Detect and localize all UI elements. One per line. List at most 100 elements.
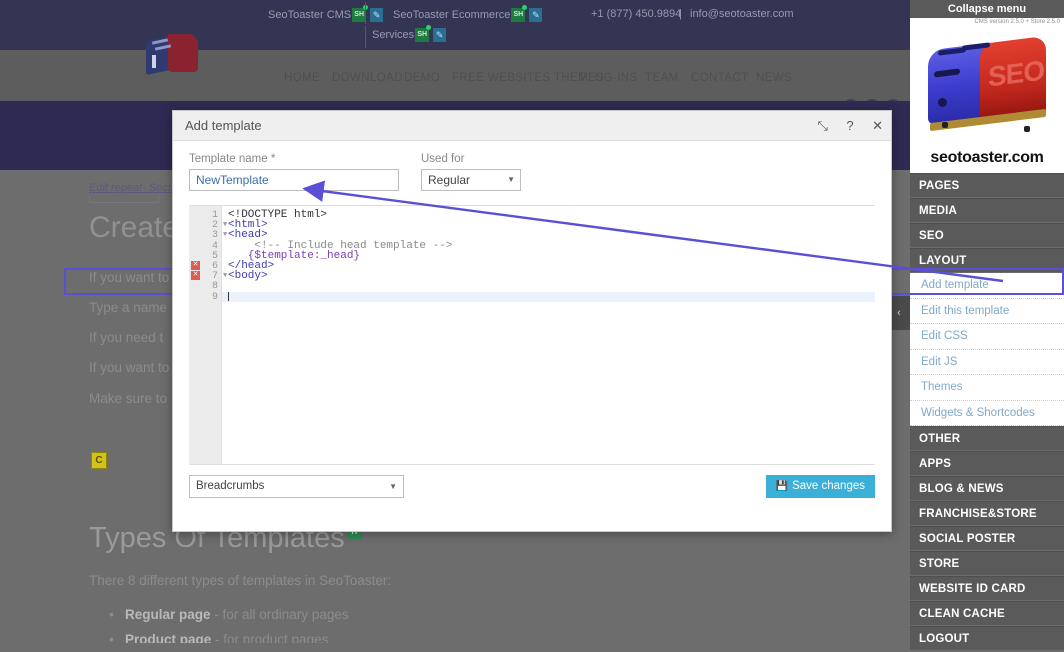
- topbar-link-ecommerce[interactable]: SeoToaster EcommerceSH ✎: [393, 8, 542, 22]
- nav-item-home[interactable]: HOME: [284, 72, 320, 84]
- list-item-strong: Regular page: [125, 607, 211, 622]
- sidebar-submenu: Add templateEdit this templateEdit CSSEd…: [910, 273, 1064, 426]
- nav-item-download[interactable]: DOWNLOAD: [332, 72, 403, 84]
- site-nav: HOME DOWNLOAD DEMO FREE WEBSITES THEMES …: [0, 62, 910, 95]
- sidebar-section-media[interactable]: MEDIA: [910, 198, 1064, 223]
- sidebar-section-pages[interactable]: PAGES: [910, 173, 1064, 198]
- brand-domain-text: seotoaster.com: [910, 149, 1064, 167]
- sidebar-item-edit-this-template[interactable]: Edit this template: [910, 299, 1064, 325]
- sidebar-section-website-id-card[interactable]: WEBSITE ID CARD: [910, 576, 1064, 601]
- sidebar-item-add-template[interactable]: Add template: [910, 273, 1064, 299]
- editor-code-line: <body>: [222, 271, 875, 281]
- sidebar-section-layout[interactable]: LAYOUT: [910, 248, 1064, 273]
- topbar-phone[interactable]: +1 (877) 450.9894: [591, 8, 681, 20]
- nav-item-demo[interactable]: DEMO: [404, 72, 440, 84]
- breadcrumbs-select[interactable]: Breadcrumbs ▼: [189, 475, 404, 498]
- editor-gutter-row: 2: [189, 220, 222, 230]
- editor-gutter-row: 4: [189, 241, 222, 251]
- used-for-field: Used for Regular ▼: [421, 153, 521, 191]
- edit-repeat-bracket: [89, 196, 159, 203]
- list-item: Product page - for product pages: [125, 632, 328, 643]
- fold-toggle-icon[interactable]: ▼: [223, 271, 227, 281]
- dialog-titlebar: Add template ⤡ ? ✕: [173, 111, 891, 141]
- code-editor[interactable]: <!DOCTYPE html><html><head> <!-- Include…: [189, 205, 875, 465]
- collapse-menu-button[interactable]: Collapse menu: [910, 0, 1064, 18]
- save-disk-icon: 💾: [776, 481, 788, 492]
- help-icon[interactable]: ?: [846, 118, 853, 133]
- editor-code-line: [222, 292, 875, 302]
- editor-code-line: </head>: [222, 261, 875, 271]
- sidebar-section-other[interactable]: OTHER: [910, 426, 1064, 451]
- paragraph-5: Make sure to: [89, 391, 167, 406]
- paragraph-3: If you need t: [89, 330, 163, 345]
- fold-toggle-icon[interactable]: ▼: [223, 220, 227, 230]
- editor-code-area[interactable]: <!DOCTYPE html><html><head> <!-- Include…: [222, 206, 875, 464]
- sh-badge-icon: SH: [415, 28, 429, 42]
- site-topbar: SeoToaster CMSSH✎ SeoToaster EcommerceSH…: [0, 0, 910, 50]
- breadcrumbs-select-value: Breadcrumbs: [196, 480, 264, 492]
- close-icon[interactable]: ✕: [872, 118, 883, 134]
- paragraph-2: Type a name: [89, 300, 167, 315]
- toaster-logo-icon: SEO: [928, 38, 1048, 130]
- pencil-icon[interactable]: ✎: [529, 8, 542, 22]
- sidebar-section-apps[interactable]: APPS: [910, 451, 1064, 476]
- save-changes-button[interactable]: 💾Save changes: [766, 475, 875, 498]
- content-badge-c[interactable]: C: [91, 452, 107, 469]
- sidebar-section-store[interactable]: STORE: [910, 551, 1064, 576]
- sidebar-item-widgets-shortcodes[interactable]: Widgets & Shortcodes: [910, 401, 1064, 427]
- sidebar-section-seo[interactable]: SEO: [910, 223, 1064, 248]
- editor-code-line: <!DOCTYPE html>: [222, 210, 875, 220]
- template-name-input[interactable]: [189, 169, 399, 191]
- sidebar-section-franchise-store[interactable]: FRANCHISE&STORE: [910, 501, 1064, 526]
- paragraph-1: If you want to: [89, 270, 169, 285]
- list-item: Regular page - for all ordinary pages: [125, 607, 349, 622]
- editor-gutter-row: ✕6: [189, 261, 222, 271]
- topbar-link-services-label: Services: [372, 29, 414, 41]
- dialog-title: Add template: [185, 118, 262, 133]
- editor-code-line: {$template:_head}: [222, 251, 875, 261]
- sidebar-section-logout[interactable]: LOGOUT: [910, 626, 1064, 651]
- sh-badge-icon: SH: [511, 8, 525, 22]
- nav-item-contact[interactable]: CONTACT: [691, 72, 749, 84]
- template-name-label: Template name *: [189, 153, 399, 165]
- sidebar-section-clean-cache[interactable]: CLEAN CACHE: [910, 601, 1064, 626]
- edit-repeat-link[interactable]: Edit repeat- Secti: [89, 182, 173, 194]
- dialog-footer: Breadcrumbs ▼ 💾Save changes: [173, 465, 891, 511]
- cms-version-text: CMS version 2.5.0 + Store 2.5.0: [974, 19, 1060, 25]
- editor-gutter-row: 1: [189, 210, 222, 220]
- sidebar-brand: CMS version 2.5.0 + Store 2.5.0 SEO seot…: [910, 18, 1064, 173]
- fold-toggle-icon[interactable]: ▼: [223, 230, 227, 240]
- topbar-separator: |: [679, 8, 682, 20]
- editor-gutter-row: 9: [189, 292, 222, 302]
- nav-item-news[interactable]: NEWS: [756, 72, 792, 84]
- editor-gutter-row: 3: [189, 230, 222, 240]
- topbar-link-cms-label: SeoToaster CMS: [268, 9, 351, 21]
- editor-code-line: [222, 281, 875, 291]
- sidebar-section-blog-news[interactable]: BLOG & NEWS: [910, 476, 1064, 501]
- sidebar-item-edit-css[interactable]: Edit CSS: [910, 324, 1064, 350]
- chevron-down-icon: ▼: [507, 170, 515, 190]
- topbar-email[interactable]: info@seotoaster.com: [690, 8, 794, 20]
- nav-item-plugins[interactable]: PLUG-INS: [580, 72, 638, 84]
- topbar-link-services[interactable]: ServicesSH ✎: [372, 28, 446, 42]
- editor-gutter-row: 5: [189, 251, 222, 261]
- used-for-select[interactable]: Regular ▼: [421, 169, 521, 191]
- editor-gutter-row: 8: [189, 281, 222, 291]
- sidebar-item-themes[interactable]: Themes: [910, 375, 1064, 401]
- dialog-window-buttons: ⤡ ? ✕: [804, 117, 883, 135]
- sidebar-item-edit-js[interactable]: Edit JS: [910, 350, 1064, 376]
- admin-sidebar: Collapse menu CMS version 2.5.0 + Store …: [910, 0, 1064, 643]
- sidebar-section-social-poster[interactable]: SOCIAL POSTER: [910, 526, 1064, 551]
- list-item-strong: Product page: [125, 632, 211, 643]
- template-name-field: Template name *: [189, 153, 399, 191]
- topbar-divider: [365, 2, 366, 24]
- dialog-body: Template name * Used for Regular ▼ <!DOC…: [173, 141, 891, 465]
- add-template-dialog: Add template ⤡ ? ✕ Template name * Used …: [172, 110, 892, 532]
- topbar-link-ecommerce-label: SeoToaster Ecommerce: [393, 9, 510, 21]
- nav-item-team[interactable]: TEAM: [645, 72, 679, 84]
- expand-icon[interactable]: ⤡: [818, 118, 828, 134]
- list-item-rest: - for all ordinary pages: [211, 607, 349, 622]
- used-for-value: Regular: [428, 173, 470, 187]
- pencil-icon[interactable]: ✎: [370, 8, 383, 22]
- pencil-icon[interactable]: ✎: [433, 28, 446, 42]
